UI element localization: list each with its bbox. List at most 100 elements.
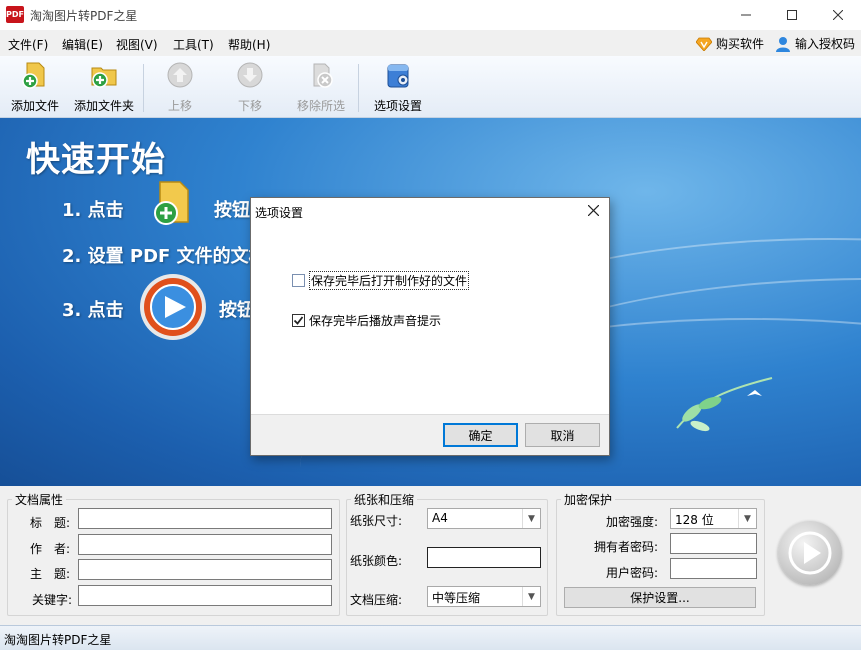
- keywords-label: 关键字:: [31, 593, 72, 607]
- options-button[interactable]: 选项设置: [372, 60, 424, 114]
- move-up-button[interactable]: 上移: [160, 60, 200, 114]
- enter-license-label: 输入授权码: [795, 37, 856, 51]
- title-label: 标 题:: [29, 516, 70, 530]
- checkmark-icon: [293, 316, 304, 325]
- keywords-input[interactable]: [78, 585, 332, 606]
- chevron-down-icon: ▼: [522, 587, 540, 606]
- dialog-body: 保存完毕后打开制作好的文件 保存完毕后播放声音提示: [251, 224, 609, 415]
- toolbar-separator: [358, 64, 359, 112]
- menu-help[interactable]: 帮助(H): [228, 36, 270, 53]
- settings-panel: 文档属性 标 题: 作 者: 主 题: 关键字: 纸张和压缩 纸张尺寸: A4 …: [0, 486, 861, 624]
- maximize-icon: [787, 10, 797, 20]
- options-label: 选项设置: [373, 99, 422, 113]
- compression-select[interactable]: 中等压缩 ▼: [427, 586, 541, 607]
- step-3-text: 3. 点击: [62, 300, 124, 321]
- play-icon: [788, 531, 832, 575]
- toolbar: 添加文件 添加文件夹 上移 下移 移除所选 选项设置: [0, 56, 861, 118]
- play-sound-after-save-label: 保存完毕后播放声音提示: [309, 314, 442, 328]
- minimize-button[interactable]: [723, 0, 769, 30]
- paper-color-label: 纸张颜色:: [350, 554, 403, 568]
- step-1-text: 1. 点击: [62, 200, 124, 221]
- menu-view[interactable]: 视图(V): [116, 36, 158, 53]
- paper-size-label: 纸张尺寸:: [350, 514, 403, 528]
- add-folder-label: 添加文件夹: [73, 99, 134, 113]
- cancel-button[interactable]: 取消: [525, 423, 600, 447]
- encryption-strength-value: 128 位: [675, 513, 714, 527]
- author-input[interactable]: [78, 534, 332, 555]
- add-file-large-icon: [154, 181, 189, 225]
- buy-software-label: 购买软件: [716, 37, 765, 51]
- encryption-strength-select[interactable]: 128 位 ▼: [670, 508, 757, 529]
- dialog-title: 选项设置: [255, 206, 304, 220]
- paper-size-value: A4: [432, 511, 448, 525]
- subject-input[interactable]: [78, 559, 332, 580]
- maximize-button[interactable]: [769, 0, 815, 30]
- move-down-label: 下移: [237, 99, 262, 113]
- checkbox-unchecked-icon: [292, 274, 305, 287]
- add-file-button[interactable]: 添加文件: [10, 60, 60, 114]
- author-label: 作 者:: [29, 542, 70, 556]
- settings-icon: [387, 64, 409, 88]
- menu-tools[interactable]: 工具(T): [173, 36, 214, 53]
- buy-software-link[interactable]: 购买软件: [696, 35, 764, 52]
- paper-compression-legend: 纸张和压缩: [354, 493, 415, 507]
- dialog-close-button[interactable]: [581, 200, 605, 222]
- open-file-after-save-label: 保存完毕后打开制作好的文件: [309, 271, 470, 290]
- arrow-down-icon: [237, 62, 263, 88]
- window-title: 淘淘图片转PDF之星: [30, 9, 138, 23]
- user-icon: [776, 36, 790, 52]
- start-convert-large-icon: [140, 274, 206, 340]
- user-password-input[interactable]: [670, 558, 757, 579]
- arrow-up-icon: [167, 62, 193, 88]
- status-bar: 淘淘图片转PDF之星: [0, 625, 861, 650]
- step-1-suffix: 按钮: [214, 200, 250, 221]
- menu-file[interactable]: 文件(F): [8, 36, 48, 53]
- move-up-label: 上移: [167, 99, 192, 113]
- remove-icon: [313, 63, 333, 88]
- subject-label: 主 题:: [29, 567, 70, 581]
- menu-bar: 文件(F) 编辑(E) 视图(V) 工具(T) 帮助(H) 购买软件 输入授权码: [0, 30, 861, 56]
- menu-edit[interactable]: 编辑(E): [62, 36, 103, 53]
- minimize-icon: [741, 14, 751, 16]
- close-icon: [587, 204, 599, 217]
- options-dialog: 选项设置 保存完毕后打开制作好的文件 保存完毕后播放声音提示 确定 取消: [250, 197, 610, 456]
- paper-size-select[interactable]: A4 ▼: [427, 508, 541, 529]
- enter-license-link[interactable]: 输入授权码: [775, 35, 855, 52]
- remove-selected-button[interactable]: 移除所选: [295, 60, 347, 114]
- app-pdf-icon: PDF: [6, 6, 24, 23]
- dialog-title-bar: 选项设置: [251, 198, 609, 224]
- diamond-icon: [696, 37, 712, 51]
- protection-settings-button[interactable]: 保护设置...: [564, 587, 756, 608]
- start-convert-button[interactable]: [778, 521, 842, 585]
- chevron-down-icon: ▼: [522, 509, 540, 528]
- encryption-strength-label: 加密强度:: [605, 515, 658, 529]
- document-properties-legend: 文档属性: [15, 493, 64, 507]
- compression-value: 中等压缩: [432, 591, 481, 605]
- add-folder-icon: [91, 67, 117, 88]
- encryption-legend: 加密保护: [564, 493, 613, 507]
- owner-password-input[interactable]: [670, 533, 757, 554]
- checkbox-checked-icon: [292, 314, 305, 327]
- close-button[interactable]: [815, 0, 861, 30]
- open-file-after-save-checkbox[interactable]: 保存完毕后打开制作好的文件: [292, 271, 470, 290]
- user-password-label: 用户密码:: [605, 566, 658, 580]
- toolbar-separator: [143, 64, 144, 112]
- move-down-button[interactable]: 下移: [230, 60, 270, 114]
- title-input[interactable]: [78, 508, 332, 529]
- ok-button[interactable]: 确定: [443, 423, 518, 447]
- step-2-text: 2. 设置 PDF 文件的文档: [62, 246, 267, 267]
- title-bar: PDF 淘淘图片转PDF之星: [0, 0, 861, 30]
- paper-color-picker[interactable]: [427, 547, 541, 568]
- close-icon: [833, 10, 843, 20]
- remove-selected-label: 移除所选: [296, 99, 345, 113]
- play-sound-after-save-checkbox[interactable]: 保存完毕后播放声音提示: [292, 312, 441, 329]
- quick-start-heading: 快速开始: [26, 140, 166, 180]
- compression-label: 文档压缩:: [350, 593, 403, 607]
- owner-password-label: 拥有者密码:: [593, 540, 658, 554]
- add-folder-button[interactable]: 添加文件夹: [72, 60, 136, 114]
- add-file-label: 添加文件: [10, 99, 59, 113]
- status-text: 淘淘图片转PDF之星: [4, 633, 112, 647]
- leaf-decoration: [676, 377, 773, 432]
- add-file-icon: [22, 62, 45, 89]
- chevron-down-icon: ▼: [738, 509, 756, 528]
